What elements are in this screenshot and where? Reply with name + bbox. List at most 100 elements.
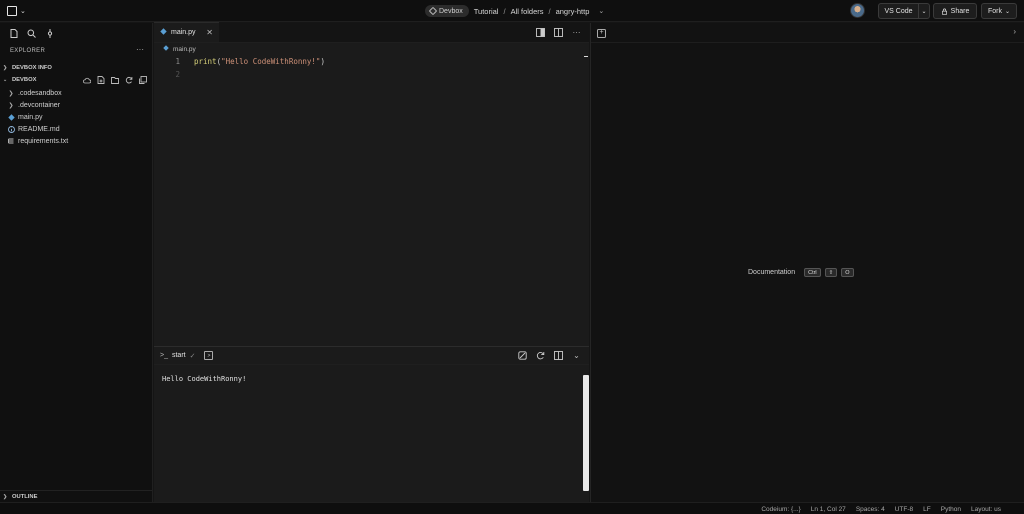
- key-ctrl: Ctrl: [804, 268, 821, 277]
- avatar[interactable]: [850, 3, 865, 18]
- tree-item-codesandbox-folder[interactable]: ❯ .codesandbox: [0, 87, 152, 99]
- clear-terminal-icon[interactable]: [518, 351, 527, 360]
- status-keyboard-layout[interactable]: Layout: us: [971, 506, 1001, 513]
- chevron-right-icon: ❯: [3, 65, 8, 71]
- terminal-prompt-icon: >_: [160, 352, 168, 359]
- code-token-string: "Hello CodeWithRonny!": [221, 57, 321, 66]
- status-items: Codeium: {...} Ln 1, Col 27 Spaces: 4 UT…: [761, 503, 1001, 514]
- text-file-icon: [7, 138, 15, 145]
- preview-panel-toolbar: + ›: [591, 23, 1024, 43]
- breadcrumb-item-team[interactable]: Tutorial: [474, 7, 499, 16]
- terminal-tab-bar: >_ start ✓ > ⌄: [154, 347, 589, 365]
- devbox-badge[interactable]: Devbox: [425, 5, 469, 17]
- chevron-down-icon: ⌄: [1004, 8, 1011, 15]
- refresh-icon[interactable]: [125, 76, 133, 84]
- status-cursor-position[interactable]: Ln 1, Col 27: [811, 506, 846, 513]
- tab-main-py[interactable]: main.py ✕: [154, 22, 219, 42]
- status-indentation[interactable]: Spaces: 4: [856, 506, 885, 513]
- chevron-right-icon[interactable]: ›: [1013, 27, 1016, 36]
- status-line-ending[interactable]: LF: [923, 506, 931, 513]
- terminal-scrollbar[interactable]: [583, 375, 589, 491]
- tab-label: main.py: [171, 29, 196, 36]
- editor-breadcrumb[interactable]: main.py: [154, 43, 589, 55]
- explorer-title: EXPLORER: [10, 48, 46, 54]
- documentation-label: Documentation: [748, 269, 796, 276]
- cloud-upload-icon[interactable]: [83, 76, 91, 84]
- key-shift: ⇧: [824, 268, 838, 277]
- minimap-marker: [584, 56, 588, 57]
- breadcrumb-separator: /: [548, 6, 551, 16]
- breadcrumb-separator: /: [503, 6, 506, 16]
- tree-item-main-py[interactable]: main.py: [0, 111, 152, 123]
- code-text: print("Hello CodeWithRonny!"): [194, 57, 325, 66]
- code-line[interactable]: 1 print("Hello CodeWithRonny!"): [154, 55, 325, 68]
- key-o: O: [841, 268, 854, 277]
- chevron-down-icon[interactable]: ⌄: [918, 3, 930, 19]
- tree-item-label: README.md: [18, 125, 60, 133]
- new-file-icon[interactable]: [97, 76, 105, 84]
- code-token-function: print: [194, 57, 217, 66]
- new-folder-icon[interactable]: [111, 76, 119, 84]
- search-icon[interactable]: [27, 29, 36, 38]
- fork-button[interactable]: Fork ⌄: [981, 3, 1017, 19]
- share-button-label: Share: [950, 7, 970, 15]
- breadcrumb-item-sandbox[interactable]: angry-http: [556, 7, 590, 16]
- status-encoding[interactable]: UTF-8: [895, 506, 913, 513]
- devbox-info-section-header[interactable]: ❯ DEVBOX INFO: [0, 62, 152, 74]
- editor-actions: ···: [536, 28, 581, 37]
- tree-item-devcontainer-folder[interactable]: ❯ .devcontainer: [0, 99, 152, 111]
- breadcrumb: Devbox Tutorial / All folders / angry-ht…: [425, 4, 604, 18]
- line-number: 2: [175, 70, 180, 79]
- restart-icon[interactable]: [536, 351, 545, 360]
- tree-item-readme[interactable]: README.md: [0, 123, 152, 135]
- python-file-icon: [7, 113, 15, 121]
- open-in-vscode-button[interactable]: VS Code: [878, 3, 919, 19]
- python-file-icon: [163, 45, 169, 53]
- sidebar: EXPLORER ··· ❯ DEVBOX INFO ⌄ DEVBOX ❯ .c…: [0, 23, 153, 502]
- more-actions-icon[interactable]: ···: [572, 28, 581, 37]
- devbox-badge-label: Devbox: [439, 7, 463, 15]
- new-terminal-icon[interactable]: >: [204, 351, 214, 360]
- breadcrumb-item-folders[interactable]: All folders: [511, 7, 544, 16]
- terminal-panel[interactable]: >_ start ✓ > ⌄ Hello CodeWithRonny!: [154, 346, 589, 502]
- chevron-down-icon: ⌄: [3, 77, 8, 83]
- status-language[interactable]: Python: [941, 506, 961, 513]
- tree-item-label: .devcontainer: [18, 101, 61, 109]
- chevron-right-icon: ❯: [8, 102, 14, 109]
- line-number: 1: [175, 57, 180, 66]
- documentation-shortcut-hint: Documentation Ctrl ⇧ O: [748, 268, 854, 277]
- outline-section-header[interactable]: ❯ OUTLINE: [0, 490, 152, 502]
- chevron-down-icon[interactable]: ⌄: [572, 351, 581, 360]
- terminal-output[interactable]: Hello CodeWithRonny!: [162, 375, 246, 383]
- section-label: DEVBOX: [12, 77, 37, 83]
- code-token-paren: ): [320, 57, 325, 66]
- code-editor[interactable]: main.py ✕ ··· main.py 1 print("Hello Cod…: [154, 22, 589, 346]
- sidebar-toolbar: [0, 23, 152, 43]
- close-icon[interactable]: ✕: [206, 28, 213, 37]
- codesandbox-logo-icon: [7, 6, 17, 16]
- more-actions-icon[interactable]: ···: [136, 45, 144, 54]
- share-button[interactable]: Share: [933, 3, 977, 19]
- add-panel-icon[interactable]: +: [597, 29, 606, 38]
- preview-panel: + › Documentation Ctrl ⇧ O: [590, 23, 1024, 502]
- section-label: DEVBOX INFO: [12, 65, 52, 71]
- chevron-right-icon: ❯: [3, 493, 8, 500]
- terminal-tab-start[interactable]: >_ start ✓: [154, 347, 195, 365]
- editor-tab-bar: main.py ✕ ···: [154, 22, 589, 43]
- check-icon: ✓: [189, 352, 196, 360]
- split-terminal-icon[interactable]: [554, 351, 563, 360]
- section-label: OUTLINE: [12, 493, 38, 500]
- status-codeium[interactable]: Codeium: {...}: [761, 506, 800, 513]
- app-menu-button[interactable]: ⌄: [7, 5, 29, 17]
- devbox-section-header[interactable]: ⌄ DEVBOX: [0, 74, 152, 86]
- split-editor-icon[interactable]: [554, 28, 563, 37]
- chevron-down-icon[interactable]: ⌄: [598, 7, 604, 15]
- tree-item-label: .codesandbox: [18, 89, 62, 97]
- collapse-all-icon[interactable]: [139, 76, 147, 84]
- toggle-preview-icon[interactable]: [536, 28, 545, 37]
- code-line[interactable]: 2: [154, 68, 180, 81]
- source-control-icon[interactable]: [45, 28, 54, 38]
- file-icon[interactable]: [9, 28, 18, 38]
- tree-item-requirements[interactable]: requirements.txt: [0, 135, 152, 147]
- fork-button-label: Fork: [987, 7, 1002, 15]
